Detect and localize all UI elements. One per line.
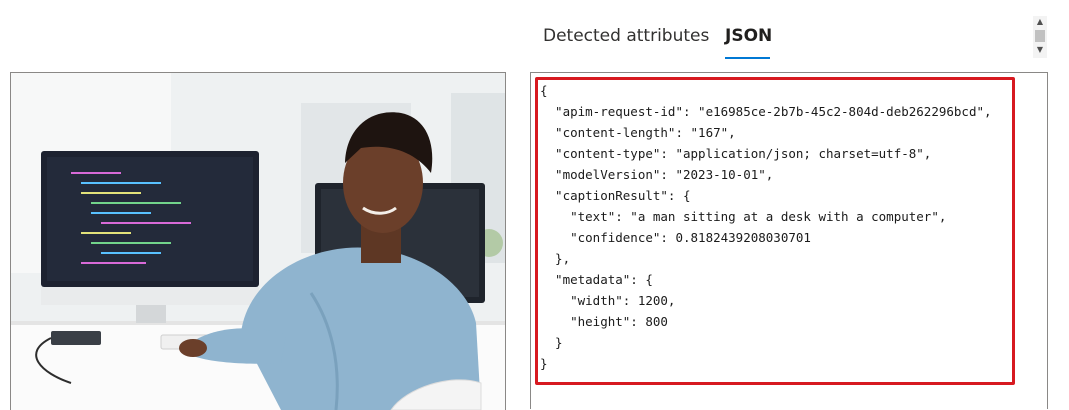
scroll-down-arrow-icon[interactable]: ▼	[1033, 45, 1047, 55]
json-line: {	[540, 83, 548, 98]
json-output-panel[interactable]: { "apim-request-id": "e16985ce-2b7b-45c2…	[530, 72, 1048, 409]
json-line: "modelVersion": "2023-10-01",	[540, 167, 774, 182]
json-line: "captionResult": {	[540, 188, 691, 203]
photo-illustration	[11, 73, 505, 410]
json-code-block: { "apim-request-id": "e16985ce-2b7b-45c2…	[540, 80, 992, 374]
json-line: }	[540, 335, 563, 350]
json-line: "content-length": "167",	[540, 125, 736, 140]
scroll-up-arrow-icon[interactable]: ▲	[1033, 17, 1047, 27]
tab-json[interactable]: JSON	[725, 26, 772, 46]
json-line: "apim-request-id": "e16985ce-2b7b-45c2-8…	[540, 104, 992, 119]
json-line: }	[540, 356, 548, 371]
scroll-thumb[interactable]	[1035, 30, 1045, 42]
json-line: "height": 800	[540, 314, 668, 329]
json-line: "text": "a man sitting at a desk with a …	[540, 209, 947, 224]
json-line: "content-type": "application/json; chars…	[540, 146, 932, 161]
tab-detected-attributes[interactable]: Detected attributes	[543, 26, 709, 46]
json-line: "metadata": {	[540, 272, 653, 287]
json-line: "confidence": 0.8182439208030701	[540, 230, 811, 245]
active-tab-indicator	[725, 57, 770, 59]
json-line: },	[540, 251, 571, 266]
json-line: "width": 1200,	[540, 293, 676, 308]
page-scrollbar[interactable]: ▲ ▼	[1033, 16, 1047, 58]
analyzed-image	[10, 72, 506, 410]
